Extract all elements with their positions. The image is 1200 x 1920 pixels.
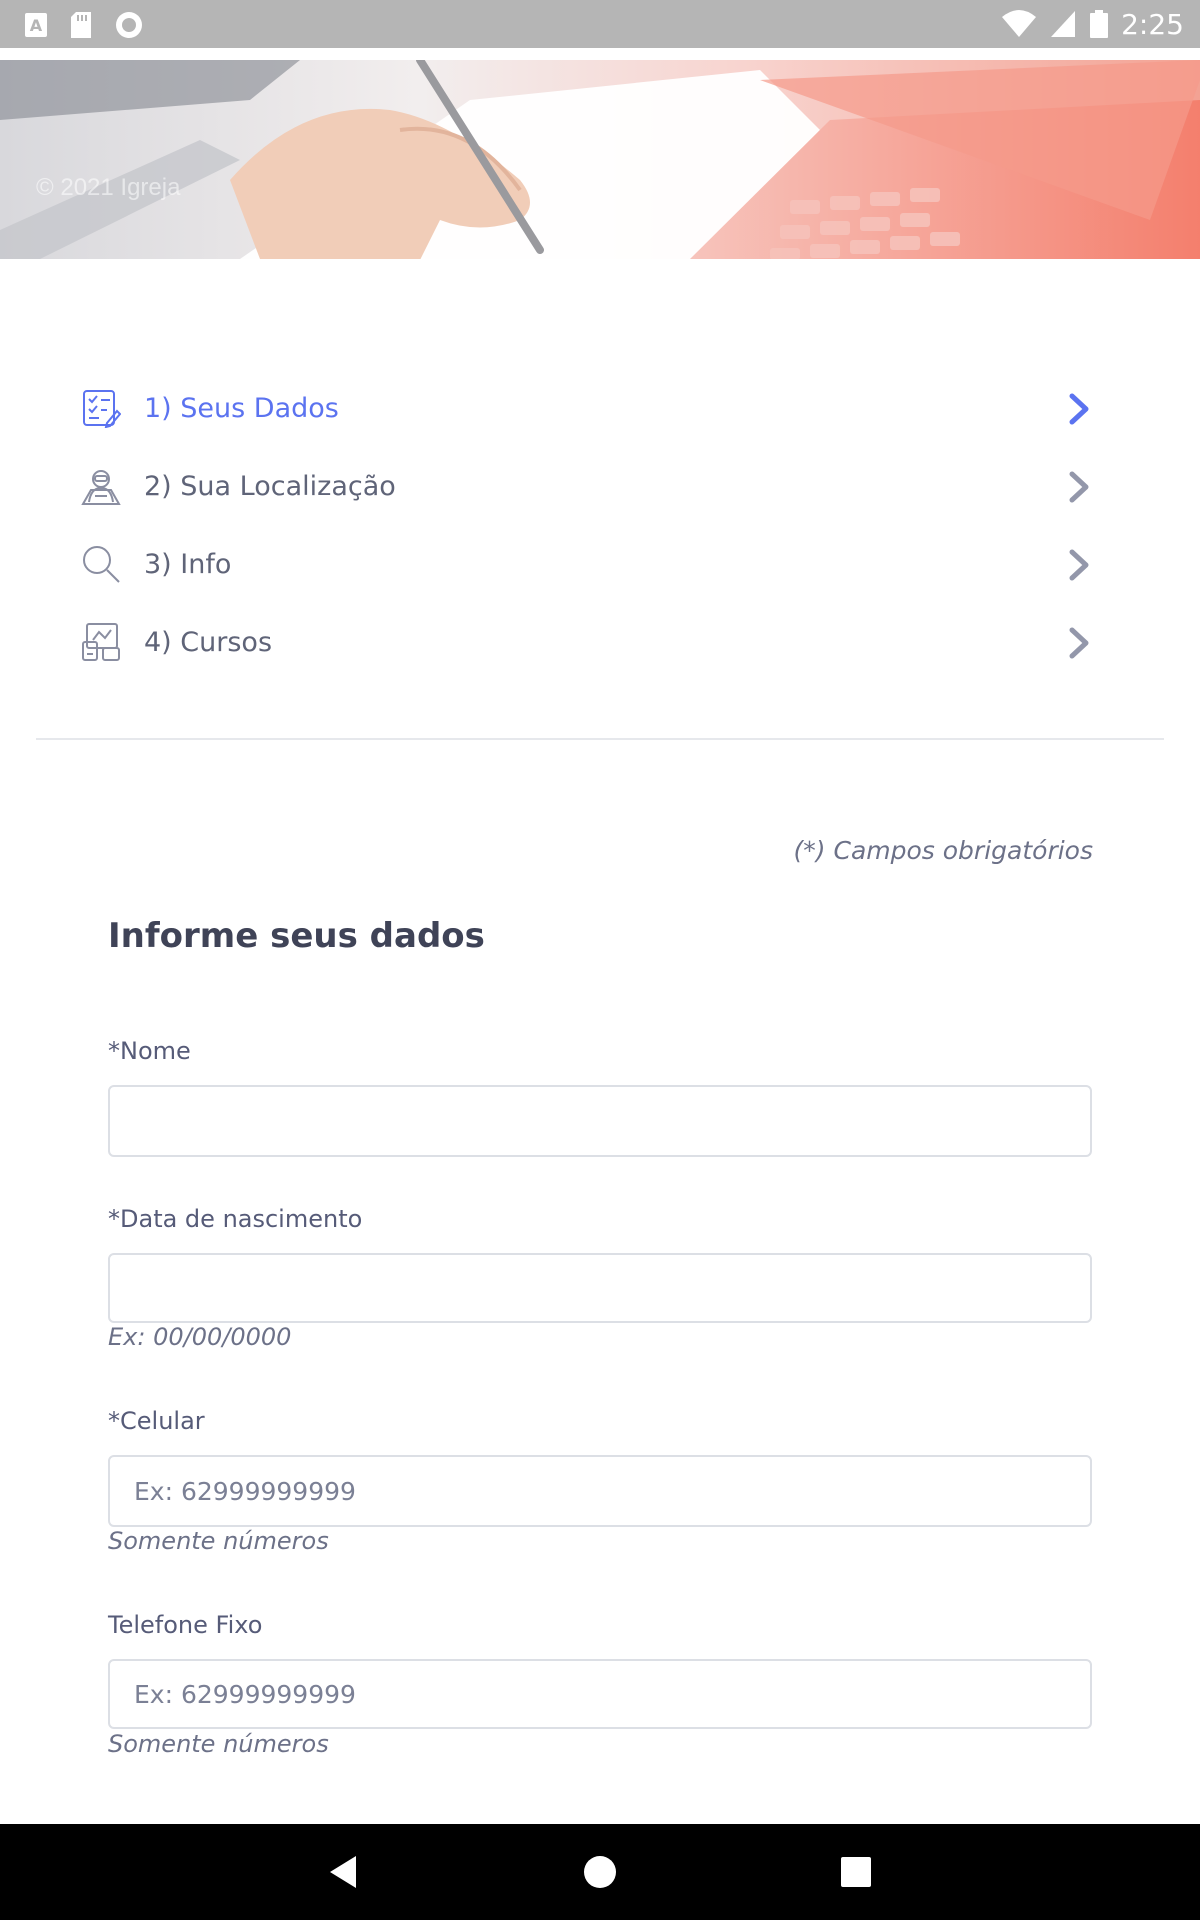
- celular-label: *Celular: [108, 1407, 205, 1435]
- svg-text:A: A: [30, 16, 43, 35]
- data-nascimento-label: *Data de nascimento: [108, 1205, 363, 1233]
- nome-input[interactable]: [108, 1085, 1092, 1157]
- celular-help: Somente números: [108, 1527, 329, 1555]
- step-seus-dados[interactable]: 1) Seus Dados: [80, 378, 1120, 438]
- step-info[interactable]: 3) Info: [80, 534, 1120, 594]
- nome-label: *Nome: [108, 1037, 191, 1065]
- location-person-icon: [80, 465, 122, 507]
- form-title: Informe seus dados: [108, 916, 485, 956]
- step-sua-localizacao[interactable]: 2) Sua Localização: [80, 456, 1120, 516]
- circle-record-icon: [116, 12, 142, 38]
- a-keyboard-icon: A: [25, 13, 47, 37]
- status-spacer: [0, 48, 1200, 60]
- home-icon[interactable]: [580, 1852, 620, 1892]
- chevron-right-icon: [1069, 393, 1089, 425]
- header-banner-image: © 2021 Igreja: [0, 60, 1200, 259]
- recents-icon[interactable]: [836, 1852, 876, 1892]
- step-cursos[interactable]: 4) Cursos: [80, 612, 1120, 672]
- status-time: 2:25: [1121, 7, 1184, 41]
- section-divider: [36, 738, 1164, 740]
- wifi-icon: [1002, 10, 1037, 37]
- telefone-fixo-help: Somente números: [108, 1730, 329, 1758]
- data-nascimento-input[interactable]: [108, 1253, 1092, 1323]
- step-label: 3) Info: [144, 548, 232, 580]
- courses-devices-icon: [80, 621, 122, 663]
- battery-icon: [1090, 10, 1109, 38]
- step-label: 4) Cursos: [144, 626, 273, 658]
- data-nascimento-help: Ex: 00/00/0000: [108, 1323, 292, 1351]
- chevron-right-icon: [1069, 627, 1089, 659]
- navigation-bar: [0, 1824, 1200, 1920]
- search-icon: [80, 543, 122, 585]
- step-label: 1) Seus Dados: [144, 392, 339, 424]
- banner-caption: © 2021 Igreja: [36, 174, 181, 201]
- sd-card-icon: [71, 12, 91, 38]
- back-icon[interactable]: [324, 1852, 364, 1892]
- celular-input[interactable]: [108, 1455, 1092, 1527]
- telefone-fixo-input[interactable]: [108, 1659, 1092, 1729]
- signal-icon: [1051, 11, 1076, 37]
- chevron-right-icon: [1069, 549, 1089, 581]
- status-bar: A 2:25: [0, 0, 1200, 48]
- telefone-fixo-label: Telefone Fixo: [108, 1611, 263, 1639]
- required-fields-note: (*) Campos obrigatórios: [793, 836, 1093, 865]
- form-checklist-icon: [80, 387, 122, 429]
- step-label: 2) Sua Localização: [144, 470, 396, 502]
- chevron-right-icon: [1069, 471, 1089, 503]
